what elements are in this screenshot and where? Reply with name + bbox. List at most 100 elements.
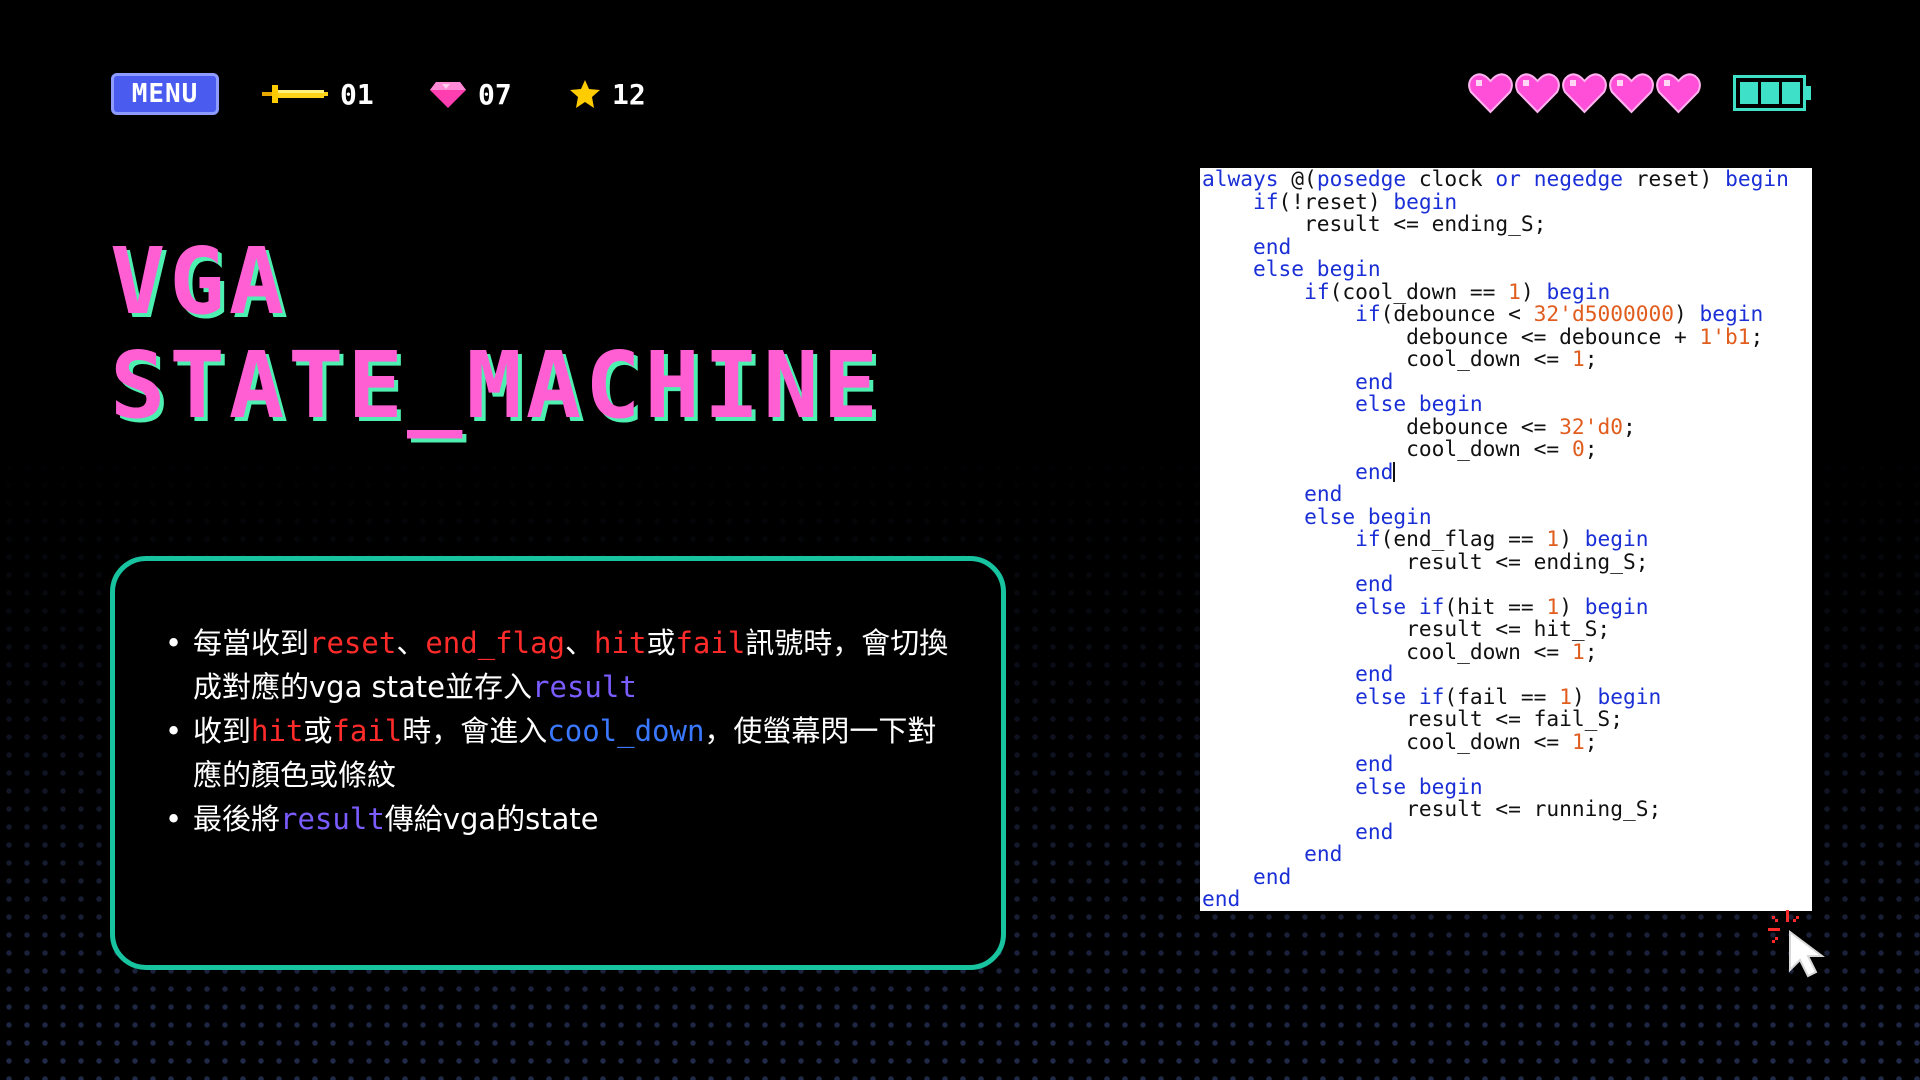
- code-text: cool_down <=: [1202, 436, 1572, 461]
- code-line: else begin: [1202, 256, 1812, 281]
- code-keyword: else begin: [1355, 773, 1483, 799]
- code-line: cool_down <= 1;: [1202, 730, 1812, 754]
- star-counter: 12: [570, 72, 646, 116]
- code-line: end: [1202, 460, 1812, 484]
- bullet-text: 、: [396, 626, 426, 660]
- code-text: ): [1559, 593, 1585, 619]
- sword-icon: [262, 85, 328, 103]
- code-line: end: [1202, 865, 1812, 889]
- code-line: else begin: [1202, 391, 1812, 416]
- code-line: end: [1202, 818, 1812, 844]
- code-text: (debounce <: [1380, 301, 1534, 326]
- code-line: always @(posedge clock or negedge reset)…: [1202, 168, 1812, 191]
- code-keyword: negedge: [1533, 168, 1623, 191]
- code-line: else if(fail == 1) begin: [1202, 683, 1812, 709]
- code-number: 1: [1571, 638, 1585, 664]
- verilog-code: always @(posedge clock or negedge reset)…: [1200, 168, 1812, 911]
- code-text: (hit ==: [1444, 593, 1547, 619]
- star-icon: [570, 80, 600, 108]
- code-keyword: end: [1355, 571, 1394, 596]
- mouse-cursor-icon: [1768, 910, 1825, 978]
- code-line: end: [1202, 482, 1812, 506]
- code-text: cool_down <=: [1202, 638, 1572, 664]
- code-keyword: begin: [1546, 278, 1611, 304]
- bullet-text: 每當收到: [193, 626, 310, 660]
- battery-cell: [1782, 82, 1800, 104]
- code-number: 1: [1508, 278, 1521, 304]
- code-keyword: begin: [1725, 168, 1789, 191]
- code-keyword: or: [1495, 168, 1521, 191]
- code-line: else if(hit == 1) begin: [1202, 593, 1812, 619]
- code-number: 32'd0: [1559, 413, 1623, 439]
- code-keyword: end: [1355, 818, 1394, 844]
- bullet-text: 或: [303, 714, 333, 748]
- bullet-text: 收到: [193, 714, 252, 748]
- highlight-keyword: hit: [594, 626, 647, 660]
- highlight-keyword: cool_down: [547, 714, 705, 748]
- code-line: end: [1202, 370, 1812, 394]
- code-line: end: [1202, 887, 1812, 911]
- gem-icon: [430, 82, 466, 108]
- code-keyword: end: [1355, 751, 1394, 776]
- code-line: result <= ending_S;: [1202, 212, 1812, 236]
- code-line: cool_down <= 0;: [1202, 436, 1812, 461]
- code-line: end: [1202, 235, 1812, 259]
- code-text: ;: [1750, 323, 1764, 349]
- code-keyword: begin: [1584, 593, 1649, 619]
- code-text: (end_flag ==: [1380, 526, 1547, 551]
- bullet-text: 時，會進入: [402, 714, 548, 748]
- code-line: if(cool_down == 1) begin: [1202, 278, 1812, 304]
- code-keyword: if: [1355, 301, 1381, 326]
- highlight-keyword: fail: [332, 714, 403, 748]
- code-number: 1: [1559, 683, 1572, 709]
- bullet-item: 每當收到reset、end_flag、hit或fail訊號時，會切換成對應的vg…: [165, 621, 955, 709]
- code-number: 1'b1: [1699, 323, 1751, 349]
- bullet-text: 、: [565, 626, 595, 660]
- code-number: 0: [1571, 436, 1585, 461]
- code-line: if(debounce < 32'd5000000) begin: [1202, 301, 1812, 326]
- health-hearts: [1468, 72, 1701, 114]
- highlight-keyword: reset: [309, 626, 397, 660]
- code-number: 1: [1546, 526, 1560, 551]
- code-keyword: if: [1253, 188, 1279, 214]
- code-keyword: else begin: [1355, 391, 1483, 416]
- code-number: 1: [1546, 593, 1560, 619]
- code-text: ): [1674, 301, 1700, 326]
- code-text: (!reset): [1278, 188, 1394, 214]
- code-line: cool_down <= 1;: [1202, 638, 1812, 664]
- text-caret: [1393, 461, 1396, 482]
- title-line-1: VGA: [110, 228, 289, 335]
- code-line: end: [1202, 661, 1812, 686]
- code-keyword: else begin: [1253, 256, 1381, 281]
- bullet-list: 每當收到reset、end_flag、hit或fail訊號時，會切換成對應的vg…: [165, 621, 955, 841]
- code-line: end: [1202, 571, 1812, 596]
- code-line: else begin: [1202, 504, 1812, 529]
- bullet-text: 或: [646, 626, 676, 660]
- highlight-keyword: result: [280, 802, 385, 836]
- slide: MENU 01 07 12 VGA STATE_MACHINE • 每當收到re…: [0, 0, 1920, 1080]
- info-box: 每當收到reset、end_flag、hit或fail訊號時，會切換成對應的vg…: [110, 556, 1006, 970]
- code-text: ;: [1622, 413, 1636, 439]
- bullet-item: 收到hit或fail時，會進入cool_down，使螢幕閃一下對應的顏色或條紋: [165, 709, 955, 797]
- code-line: result <= fail_S;: [1202, 707, 1812, 731]
- code-keyword: else if: [1355, 593, 1445, 619]
- code-text: ): [1520, 278, 1547, 304]
- menu-button[interactable]: MENU: [111, 73, 219, 115]
- code-line: debounce <= 32'd0;: [1202, 413, 1812, 439]
- gem-counter: 07: [430, 72, 512, 116]
- code-number: 1: [1571, 346, 1585, 371]
- code-keyword: if: [1304, 278, 1330, 304]
